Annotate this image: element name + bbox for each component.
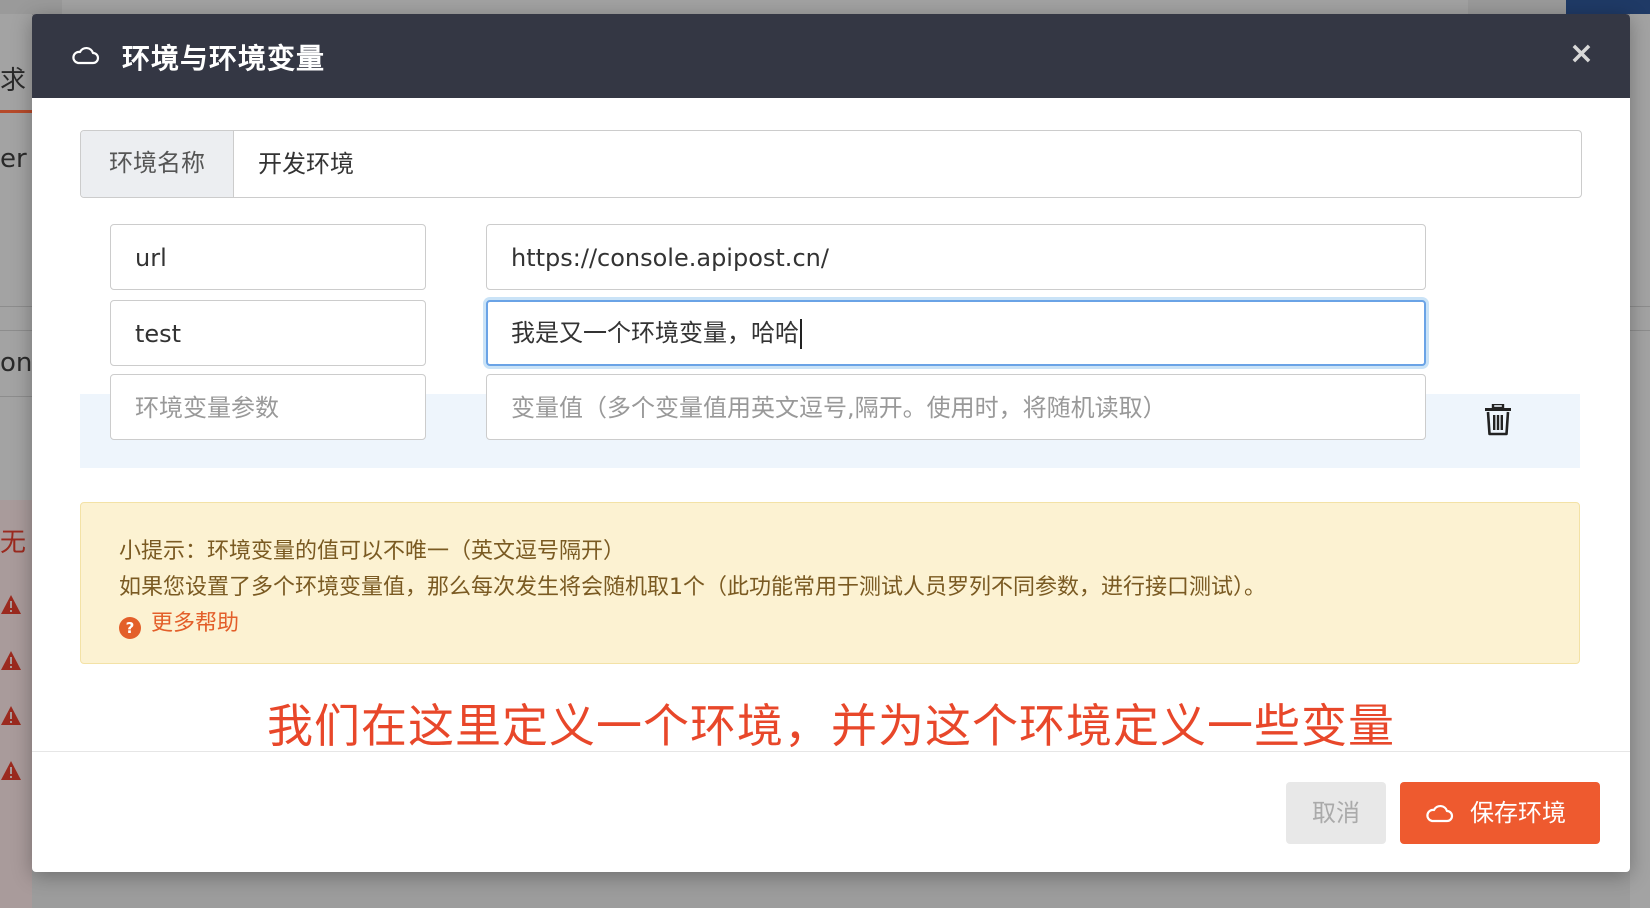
tip-line-2: 如果您设置了多个环境变量值，那么每次发生将会随机取1个（此功能常用于测试人员罗列… — [119, 575, 1267, 600]
environment-name-label: 环境名称 — [81, 131, 234, 197]
background-divider — [1630, 330, 1650, 331]
background-text: er — [0, 144, 27, 174]
warning-icon — [1, 651, 21, 670]
background-topbar-segment — [62, 0, 1468, 14]
environment-modal: 环境与环境变量 × 环境名称 开发环境 url https://console.… — [32, 14, 1630, 872]
environment-name-input[interactable]: 开发环境 — [234, 131, 1581, 197]
variable-value-input[interactable]: https://console.apipost.cn/ — [486, 224, 1426, 290]
cancel-button[interactable]: 取消 — [1286, 782, 1386, 844]
text-caret — [800, 319, 802, 349]
question-circle-icon: ? — [119, 617, 141, 639]
modal-footer-divider — [32, 751, 1630, 752]
warning-icon — [1, 761, 21, 780]
background-error-panel — [0, 500, 32, 908]
background-divider — [0, 330, 32, 331]
new-variable-value-input[interactable]: 变量值（多个变量值用英文逗号,隔开。使用时，将随机读取） — [486, 374, 1426, 440]
background-error-text: 无 — [0, 528, 27, 558]
background-topbar — [0, 0, 1650, 15]
warning-icon — [1, 595, 21, 614]
more-help-label: 更多帮助 — [151, 611, 240, 636]
tip-box: 小提示：环境变量的值可以不唯一（英文逗号隔开） 如果您设置了多个环境变量值，那么… — [80, 502, 1580, 664]
background-right-panel — [1630, 14, 1650, 908]
warning-icon — [1, 706, 21, 725]
background-divider — [0, 306, 32, 307]
environment-name-group: 环境名称 开发环境 — [80, 130, 1582, 198]
variable-value-input-focused[interactable]: 我是又一个环境变量，哈哈 — [486, 300, 1426, 366]
variable-key-input[interactable]: test — [110, 300, 426, 366]
annotation-text: 我们在这里定义一个环境，并为这个环境定义一些变量 — [267, 699, 1395, 753]
background-tab-text: 求 — [0, 66, 27, 96]
background-divider — [0, 396, 32, 397]
cloud-icon — [1426, 804, 1454, 823]
background-text: on — [0, 348, 33, 378]
modal-title: 环境与环境变量 — [122, 42, 326, 75]
tip-line-1: 小提示：环境变量的值可以不唯一（英文逗号隔开） — [119, 539, 626, 564]
variable-key-input[interactable]: url — [110, 224, 426, 290]
close-icon[interactable]: × — [1569, 36, 1594, 71]
modal-header: 环境与环境变量 × — [32, 14, 1630, 98]
cloud-icon — [72, 46, 100, 65]
more-help-link[interactable]: ? 更多帮助 — [119, 605, 239, 639]
trash-icon[interactable] — [1484, 404, 1512, 436]
background-active-tab-indicator — [0, 110, 32, 113]
background-primary-button — [1566, 0, 1650, 14]
variable-value-text: 我是又一个环境变量，哈哈 — [511, 319, 799, 347]
background-divider — [1630, 306, 1650, 307]
save-environment-label: 保存环境 — [1470, 799, 1566, 827]
new-variable-key-input[interactable]: 环境变量参数 — [110, 374, 426, 440]
save-environment-button[interactable]: 保存环境 — [1400, 782, 1600, 844]
